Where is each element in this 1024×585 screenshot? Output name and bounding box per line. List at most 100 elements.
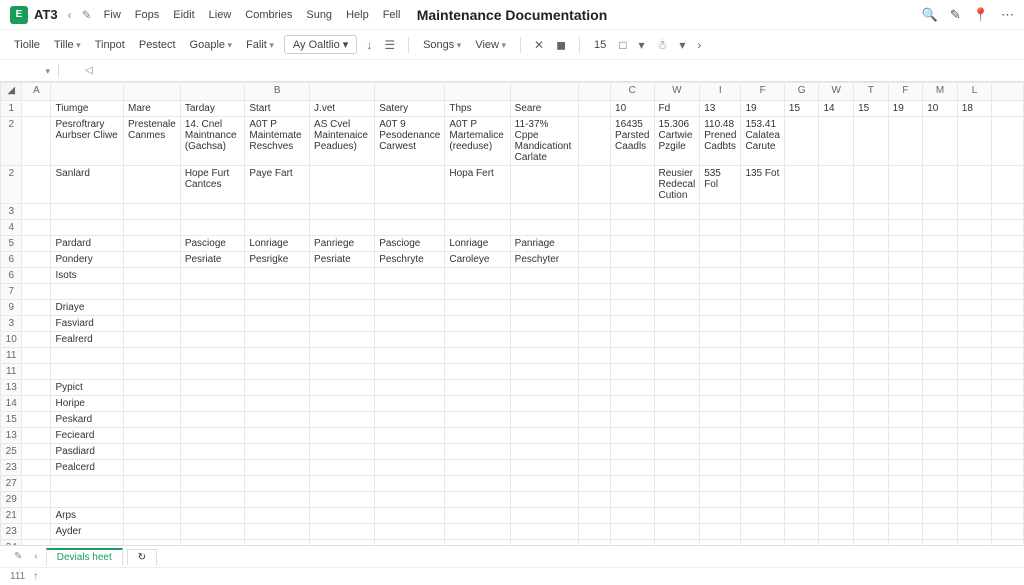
- list-icon[interactable]: ☰: [381, 38, 398, 52]
- cell[interactable]: [124, 412, 181, 428]
- cell[interactable]: [957, 300, 992, 316]
- cell[interactable]: Pasdiard: [51, 444, 124, 460]
- cell[interactable]: [375, 428, 445, 444]
- cell[interactable]: [579, 220, 611, 236]
- cell[interactable]: Horipe: [51, 396, 124, 412]
- cell[interactable]: [445, 364, 510, 380]
- cell[interactable]: [445, 284, 510, 300]
- column-header[interactable]: M: [923, 83, 958, 101]
- row-header[interactable]: 13: [1, 428, 22, 444]
- cell[interactable]: [888, 508, 923, 524]
- cell[interactable]: [22, 444, 51, 460]
- row-header[interactable]: 15: [1, 412, 22, 428]
- row-header[interactable]: 11: [1, 364, 22, 380]
- cell[interactable]: [310, 524, 375, 540]
- cell[interactable]: [741, 412, 784, 428]
- cell[interactable]: [375, 204, 445, 220]
- cell[interactable]: [957, 412, 992, 428]
- square-icon[interactable]: □: [616, 38, 629, 52]
- cell[interactable]: [124, 236, 181, 252]
- cell[interactable]: [245, 396, 310, 412]
- cell[interactable]: [510, 492, 579, 508]
- menu-item[interactable]: Combries: [241, 7, 296, 23]
- cell[interactable]: 15: [854, 101, 889, 117]
- cell[interactable]: [784, 316, 819, 332]
- cell[interactable]: [180, 316, 245, 332]
- cell[interactable]: [957, 364, 992, 380]
- column-header[interactable]: A: [22, 83, 51, 101]
- row-header[interactable]: 2: [1, 117, 22, 166]
- cell[interactable]: [819, 300, 854, 316]
- cell[interactable]: [854, 396, 889, 412]
- cell[interactable]: [854, 428, 889, 444]
- cell[interactable]: [888, 460, 923, 476]
- cell[interactable]: [957, 284, 992, 300]
- cell[interactable]: [819, 220, 854, 236]
- cell[interactable]: [854, 220, 889, 236]
- cell[interactable]: [510, 460, 579, 476]
- cell[interactable]: [245, 220, 310, 236]
- cell[interactable]: [888, 268, 923, 284]
- cell[interactable]: [310, 300, 375, 316]
- cell[interactable]: [22, 524, 51, 540]
- cell[interactable]: [245, 332, 310, 348]
- cell[interactable]: [445, 428, 510, 444]
- cell[interactable]: [51, 220, 124, 236]
- cell[interactable]: [923, 284, 958, 300]
- cell[interactable]: [510, 332, 579, 348]
- cell[interactable]: 11-37% Cppe Mandicationt Carlate: [510, 117, 579, 166]
- cell[interactable]: [957, 492, 992, 508]
- cell[interactable]: [654, 284, 700, 300]
- cell[interactable]: [22, 412, 51, 428]
- cell[interactable]: [180, 380, 245, 396]
- cell[interactable]: [888, 284, 923, 300]
- cell[interactable]: [700, 524, 741, 540]
- cell[interactable]: [245, 444, 310, 460]
- cell[interactable]: [741, 460, 784, 476]
- cell[interactable]: [510, 508, 579, 524]
- column-header[interactable]: [124, 83, 181, 101]
- cell[interactable]: [22, 348, 51, 364]
- cell[interactable]: [700, 540, 741, 546]
- cell[interactable]: [784, 284, 819, 300]
- cell[interactable]: [957, 508, 992, 524]
- cell[interactable]: [784, 117, 819, 166]
- cell[interactable]: [784, 204, 819, 220]
- cell[interactable]: Pesriate: [310, 252, 375, 268]
- cell[interactable]: [310, 204, 375, 220]
- cell[interactable]: [22, 166, 51, 204]
- row-header[interactable]: 7: [1, 284, 22, 300]
- cell[interactable]: 135 Fot: [741, 166, 784, 204]
- cell[interactable]: [245, 204, 310, 220]
- cell[interactable]: [992, 476, 1024, 492]
- cell[interactable]: [310, 348, 375, 364]
- cell[interactable]: [854, 380, 889, 396]
- cell[interactable]: Panriage: [510, 236, 579, 252]
- cell[interactable]: [654, 460, 700, 476]
- cell[interactable]: [510, 412, 579, 428]
- cell[interactable]: [579, 412, 611, 428]
- cell[interactable]: [784, 220, 819, 236]
- row-header[interactable]: 11: [1, 348, 22, 364]
- cell[interactable]: [888, 236, 923, 252]
- cell[interactable]: [579, 364, 611, 380]
- cell[interactable]: [992, 380, 1024, 396]
- cell[interactable]: [310, 166, 375, 204]
- cell[interactable]: Satery: [375, 101, 445, 117]
- cell[interactable]: [700, 412, 741, 428]
- cell[interactable]: [180, 540, 245, 546]
- cell[interactable]: [741, 204, 784, 220]
- cell[interactable]: [124, 268, 181, 284]
- cell[interactable]: [784, 380, 819, 396]
- cell[interactable]: Fealrerd: [51, 332, 124, 348]
- cell[interactable]: [888, 444, 923, 460]
- cell[interactable]: [579, 380, 611, 396]
- cell[interactable]: [784, 444, 819, 460]
- cell[interactable]: [310, 220, 375, 236]
- column-header[interactable]: T: [854, 83, 889, 101]
- cell[interactable]: [310, 540, 375, 546]
- cell[interactable]: [819, 524, 854, 540]
- cell[interactable]: Pascioge: [180, 236, 245, 252]
- cell[interactable]: [819, 396, 854, 412]
- cell[interactable]: [611, 428, 654, 444]
